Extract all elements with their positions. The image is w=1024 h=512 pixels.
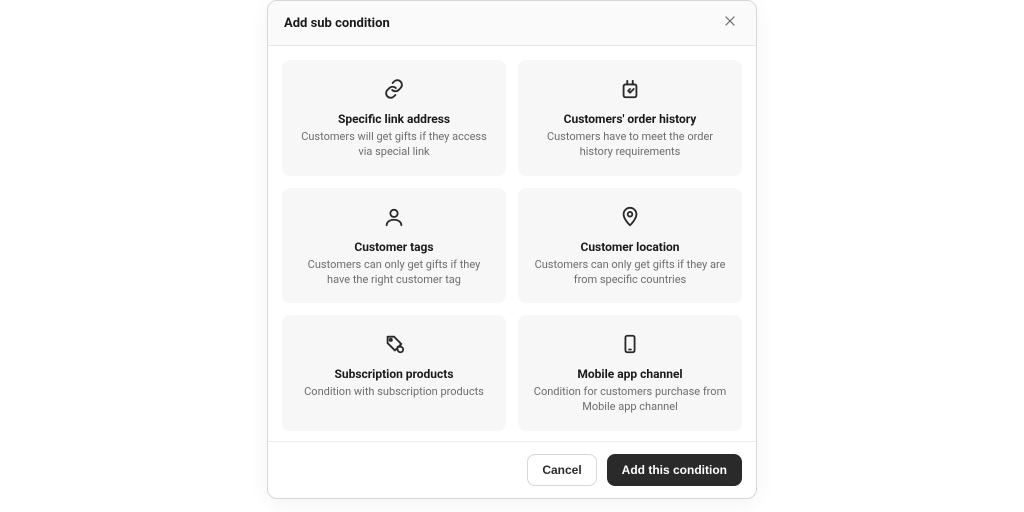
modal-title: Add sub condition [284, 16, 390, 31]
card-title: Customer tags [354, 240, 433, 254]
card-title: Customer location [580, 240, 679, 254]
person-icon [383, 206, 405, 228]
card-mobile-app-channel[interactable]: Mobile app channel Condition for custome… [518, 315, 742, 431]
card-customer-location[interactable]: Customer location Customers can only get… [518, 188, 742, 304]
card-subscription-products[interactable]: Subscription products Condition with sub… [282, 315, 506, 431]
card-title: Specific link address [338, 112, 450, 126]
link-icon [383, 78, 405, 100]
mobile-phone-icon [619, 333, 641, 355]
card-title: Customers' order history [564, 112, 697, 126]
tag-refresh-icon [383, 333, 405, 355]
card-specific-link-address[interactable]: Specific link address Customers will get… [282, 60, 506, 176]
modal-backdrop: Add sub condition Specific link address [0, 0, 1024, 512]
card-desc: Condition for customers purchase from Mo… [532, 385, 728, 415]
card-desc: Customers have to meet the order history… [532, 130, 728, 160]
cancel-button[interactable]: Cancel [527, 454, 596, 486]
card-title: Subscription products [334, 367, 453, 381]
card-title: Mobile app channel [577, 367, 682, 381]
card-desc: Condition with subscription products [304, 385, 484, 400]
close-icon [723, 14, 737, 32]
close-button[interactable] [720, 13, 740, 33]
add-condition-button[interactable]: Add this condition [607, 454, 742, 486]
location-pin-icon [619, 206, 641, 228]
history-icon [619, 78, 641, 100]
modal-footer: Cancel Add this condition [268, 441, 756, 498]
modal-header: Add sub condition [268, 1, 756, 46]
card-customer-tags[interactable]: Customer tags Customers can only get gif… [282, 188, 506, 304]
modal-body: Specific link address Customers will get… [268, 46, 756, 441]
card-desc: Customers can only get gifts if they are… [532, 258, 728, 288]
add-sub-condition-modal: Add sub condition Specific link address [267, 0, 757, 499]
card-desc: Customers will get gifts if they access … [296, 130, 492, 160]
card-order-history[interactable]: Customers' order history Customers have … [518, 60, 742, 176]
card-desc: Customers can only get gifts if they hav… [296, 258, 492, 288]
